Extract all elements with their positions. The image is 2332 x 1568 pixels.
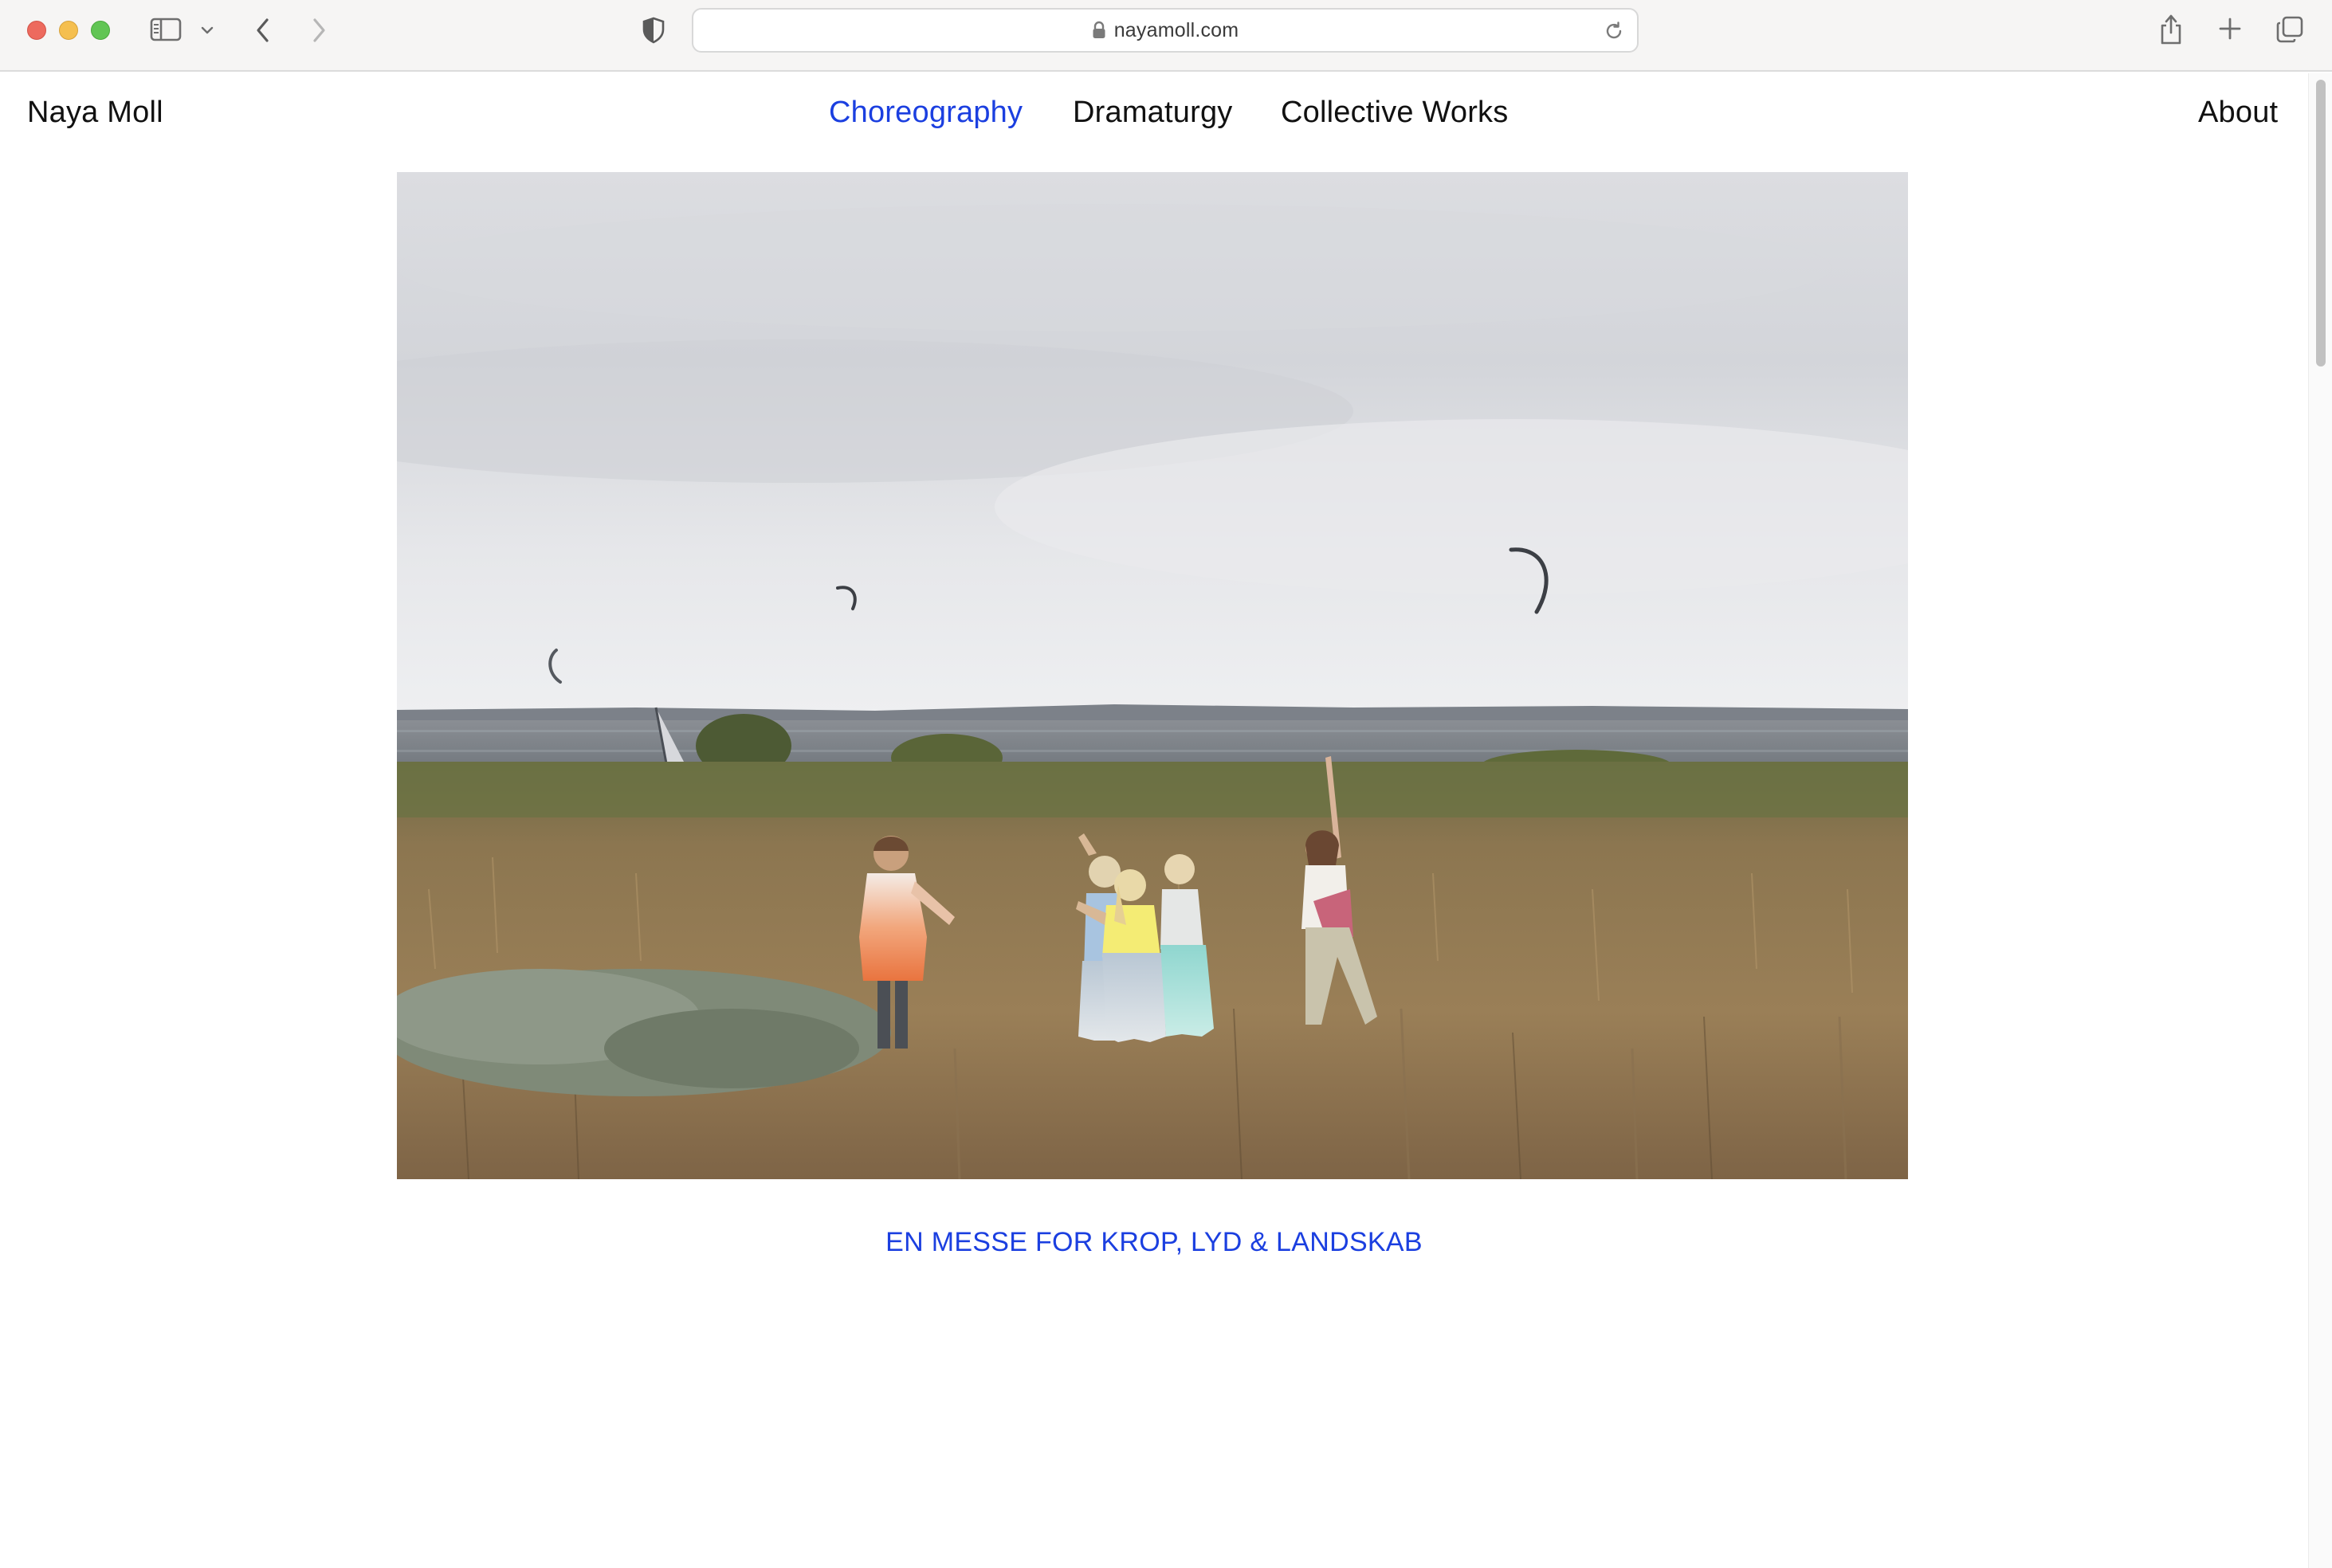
url-text: nayamoll.com — [1113, 18, 1239, 41]
project-caption-link[interactable]: EN MESSE FOR KROP, LYD & LANDSKAB — [0, 1227, 2308, 1258]
chevron-down-icon[interactable] — [198, 21, 217, 40]
close-window-button[interactable] — [27, 21, 46, 40]
scrollbar-thumb[interactable] — [2316, 80, 2326, 367]
sidebar-icon[interactable] — [148, 16, 183, 43]
site-title-link[interactable]: Naya Moll — [27, 96, 163, 130]
nav-dramaturgy[interactable]: Dramaturgy — [1073, 96, 1233, 130]
nav-collective-works[interactable]: Collective Works — [1281, 96, 1508, 130]
forward-arrow-icon[interactable] — [304, 14, 333, 46]
minimize-window-button[interactable] — [59, 21, 78, 40]
browser-toolbar: nayamoll.com — [0, 0, 2332, 72]
zoom-window-button[interactable] — [91, 21, 110, 40]
address-bar[interactable]: nayamoll.com — [692, 8, 1639, 53]
share-icon[interactable] — [2155, 11, 2187, 48]
back-arrow-icon[interactable] — [249, 14, 277, 46]
privacy-shield-icon[interactable] — [639, 14, 668, 46]
nav-choreography[interactable]: Choreography — [829, 96, 1023, 130]
web-page: Naya Moll Choreography Dramaturgy Collec… — [0, 73, 2308, 1568]
nav-about[interactable]: About — [2198, 96, 2278, 130]
project-photo[interactable] — [397, 172, 1908, 1179]
page-scrollbar[interactable] — [2308, 73, 2332, 1568]
lock-icon — [1092, 21, 1106, 40]
tabs-overview-icon[interactable] — [2273, 13, 2306, 46]
plus-icon[interactable] — [2214, 13, 2246, 45]
reload-icon[interactable] — [1602, 19, 1626, 43]
